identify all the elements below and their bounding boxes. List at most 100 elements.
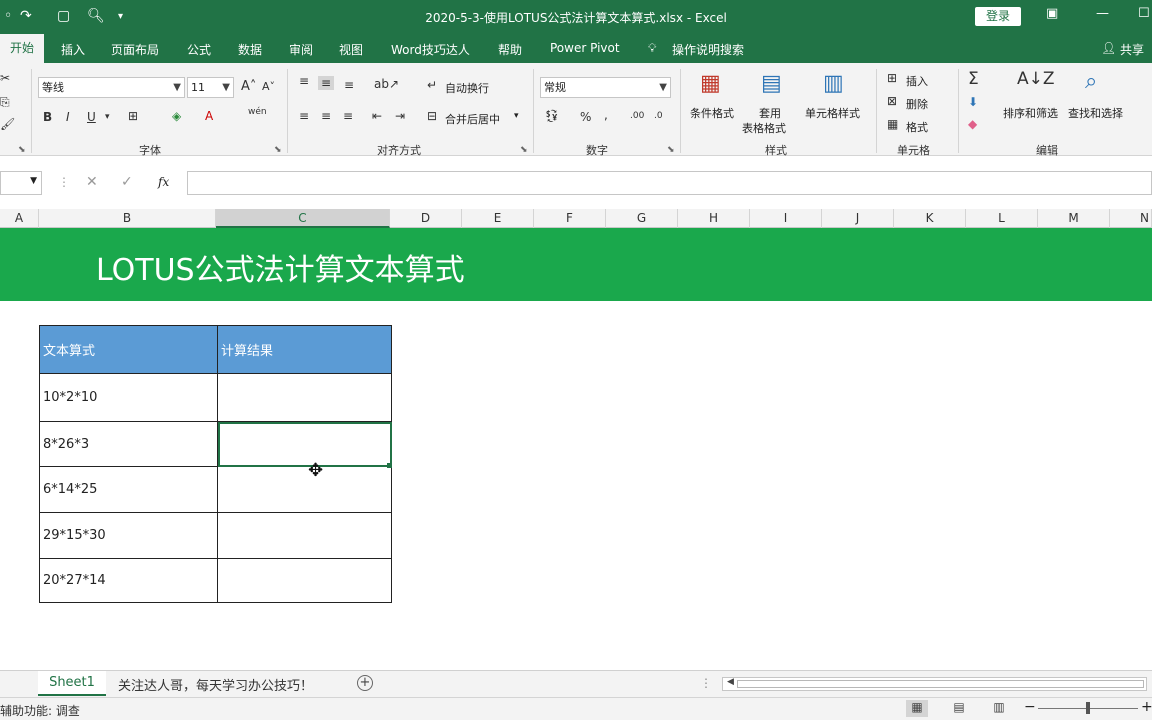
table-cell[interactable]: 8*26*3 — [39, 421, 218, 467]
column-header[interactable]: B — [39, 209, 216, 228]
cut-icon[interactable]: ✂ — [0, 71, 10, 85]
active-cell[interactable] — [217, 421, 392, 467]
merge-center-button[interactable]: 合并后居中 — [445, 111, 500, 127]
table-cell[interactable] — [217, 558, 392, 603]
column-header[interactable]: A — [0, 209, 39, 228]
increase-decimal-icon[interactable]: .00 — [630, 111, 644, 121]
column-header[interactable]: C — [216, 209, 390, 228]
table-header[interactable]: 计算结果 — [217, 325, 392, 374]
number-launcher-icon[interactable]: ⬊ — [667, 145, 675, 155]
fill-icon[interactable]: ⬇ — [968, 95, 978, 109]
column-header[interactable]: M — [1038, 209, 1110, 228]
tab-power-pivot[interactable]: Power Pivot — [550, 41, 620, 55]
enter-icon[interactable]: ✓ — [121, 174, 133, 190]
insert-function-button[interactable]: fx — [158, 175, 169, 189]
column-header[interactable]: L — [966, 209, 1038, 228]
number-format-combo[interactable]: 常规 ▼ — [540, 77, 671, 98]
zoom-slider-thumb[interactable] — [1086, 702, 1090, 714]
sort-filter-button[interactable]: 排序和筛选 — [1003, 105, 1058, 121]
maximize-icon[interactable]: ☐ — [1138, 6, 1150, 21]
chevron-down-icon[interactable]: ▼ — [30, 176, 37, 186]
table-cell[interactable]: 6*14*25 — [39, 466, 218, 513]
scroll-left-icon[interactable]: ◀ — [727, 677, 734, 687]
format-cells-button[interactable]: 格式 — [906, 119, 928, 135]
normal-view-icon[interactable]: ▦ — [906, 700, 928, 717]
zoom-out-icon[interactable]: − — [1024, 699, 1036, 715]
phonetic-icon[interactable]: wén — [248, 107, 267, 117]
font-color-icon[interactable]: A — [205, 109, 213, 123]
tab-formulas[interactable]: 公式 — [187, 41, 211, 58]
sheet-tab-2[interactable]: 关注达人哥，每天学习办公技巧！ — [118, 675, 313, 694]
column-header[interactable]: F — [534, 209, 606, 228]
horizontal-scrollbar[interactable]: ◀ — [722, 677, 1147, 691]
table-cell[interactable]: 20*27*14 — [39, 558, 218, 603]
table-header[interactable]: 文本算式 — [39, 325, 218, 374]
find-select-button[interactable]: 查找和选择 — [1068, 105, 1123, 121]
insert-cells-button[interactable]: 插入 — [906, 73, 928, 89]
page-break-view-icon[interactable]: ▥ — [988, 700, 1010, 717]
fill-color-icon[interactable]: ◈ — [172, 109, 181, 123]
bold-icon[interactable]: B — [43, 110, 52, 124]
format-painter-icon[interactable]: 🖌︎ — [0, 117, 15, 131]
column-header[interactable]: K — [894, 209, 966, 228]
column-header[interactable]: D — [390, 209, 462, 228]
font-size-combo[interactable]: 11 ▼ — [187, 77, 234, 98]
zoom-in-icon[interactable]: + — [1141, 699, 1152, 715]
comma-style-icon[interactable]: , — [604, 108, 608, 122]
chevron-down-icon[interactable]: ▾ — [105, 112, 110, 122]
tab-help[interactable]: 帮助 — [498, 41, 522, 58]
format-as-table-label-2[interactable]: 表格格式 — [742, 120, 786, 136]
login-button[interactable]: 登录 — [975, 7, 1021, 26]
table-cell[interactable] — [217, 466, 392, 513]
decrease-font-icon[interactable]: A˅ — [262, 80, 275, 93]
sheet-tab-sheet1[interactable]: Sheet1 — [38, 671, 106, 696]
clipboard-launcher-icon[interactable]: ⬊ — [18, 145, 26, 155]
table-cell[interactable]: 29*15*30 — [39, 512, 218, 559]
column-header[interactable]: I — [750, 209, 822, 228]
cancel-icon[interactable]: ✕ — [86, 174, 98, 190]
accounting-format-icon[interactable]: 💱︎ — [544, 109, 559, 123]
italic-icon[interactable]: I — [66, 110, 70, 124]
decrease-decimal-icon[interactable]: .0 — [654, 111, 663, 121]
font-name-combo[interactable]: 等线 ▼ — [38, 77, 185, 98]
wrap-text-button[interactable]: 自动换行 — [445, 80, 489, 96]
table-cell[interactable] — [217, 373, 392, 422]
font-launcher-icon[interactable]: ⬊ — [274, 145, 282, 155]
tab-insert[interactable]: 插入 — [61, 41, 85, 58]
column-header[interactable]: E — [462, 209, 534, 228]
align-left-icon[interactable]: ≡ — [299, 109, 309, 123]
scrollbar-thumb[interactable] — [737, 680, 1144, 688]
align-right-icon[interactable]: ≡ — [343, 109, 353, 123]
tab-view[interactable]: 视图 — [339, 41, 363, 58]
increase-font-icon[interactable]: A˄ — [241, 79, 256, 94]
add-sheet-icon[interactable]: + — [357, 675, 373, 691]
fill-handle[interactable] — [387, 463, 392, 468]
column-header[interactable]: G — [606, 209, 678, 228]
conditional-format-button[interactable]: 条件格式 — [690, 105, 734, 121]
ribbon-display-icon[interactable]: ▣ — [1046, 6, 1058, 21]
align-center-icon[interactable]: ≡ — [321, 109, 331, 123]
share-button[interactable]: 共享 — [1120, 41, 1144, 58]
decrease-indent-icon[interactable]: ⇤ — [372, 109, 382, 123]
percent-icon[interactable]: % — [580, 110, 591, 124]
chevron-down-icon[interactable]: ▾ — [514, 111, 519, 121]
name-box[interactable]: ▼ — [0, 171, 42, 195]
borders-icon[interactable]: ⊞ — [128, 109, 138, 123]
formula-input[interactable] — [187, 171, 1152, 195]
accessibility-status[interactable]: 辅助功能: 调查 — [0, 702, 80, 719]
column-header[interactable]: J — [822, 209, 894, 228]
align-top-icon[interactable]: ≡ — [299, 74, 309, 88]
increase-indent-icon[interactable]: ⇥ — [395, 109, 405, 123]
table-cell[interactable] — [217, 512, 392, 559]
clear-icon[interactable]: ◆ — [968, 117, 977, 131]
tab-word-tips[interactable]: Word技巧达人 — [391, 41, 470, 58]
page-layout-view-icon[interactable]: ▤ — [948, 700, 970, 717]
minimize-icon[interactable]: — — [1096, 6, 1109, 21]
autosum-icon[interactable]: Σ — [968, 69, 979, 89]
alignment-launcher-icon[interactable]: ⬊ — [520, 145, 528, 155]
tab-review[interactable]: 审阅 — [289, 41, 313, 58]
format-as-table-label-1[interactable]: 套用 — [759, 105, 781, 121]
column-header[interactable]: H — [678, 209, 750, 228]
tab-page-layout[interactable]: 页面布局 — [111, 41, 159, 58]
orientation-icon[interactable]: ab↗ — [374, 77, 399, 91]
